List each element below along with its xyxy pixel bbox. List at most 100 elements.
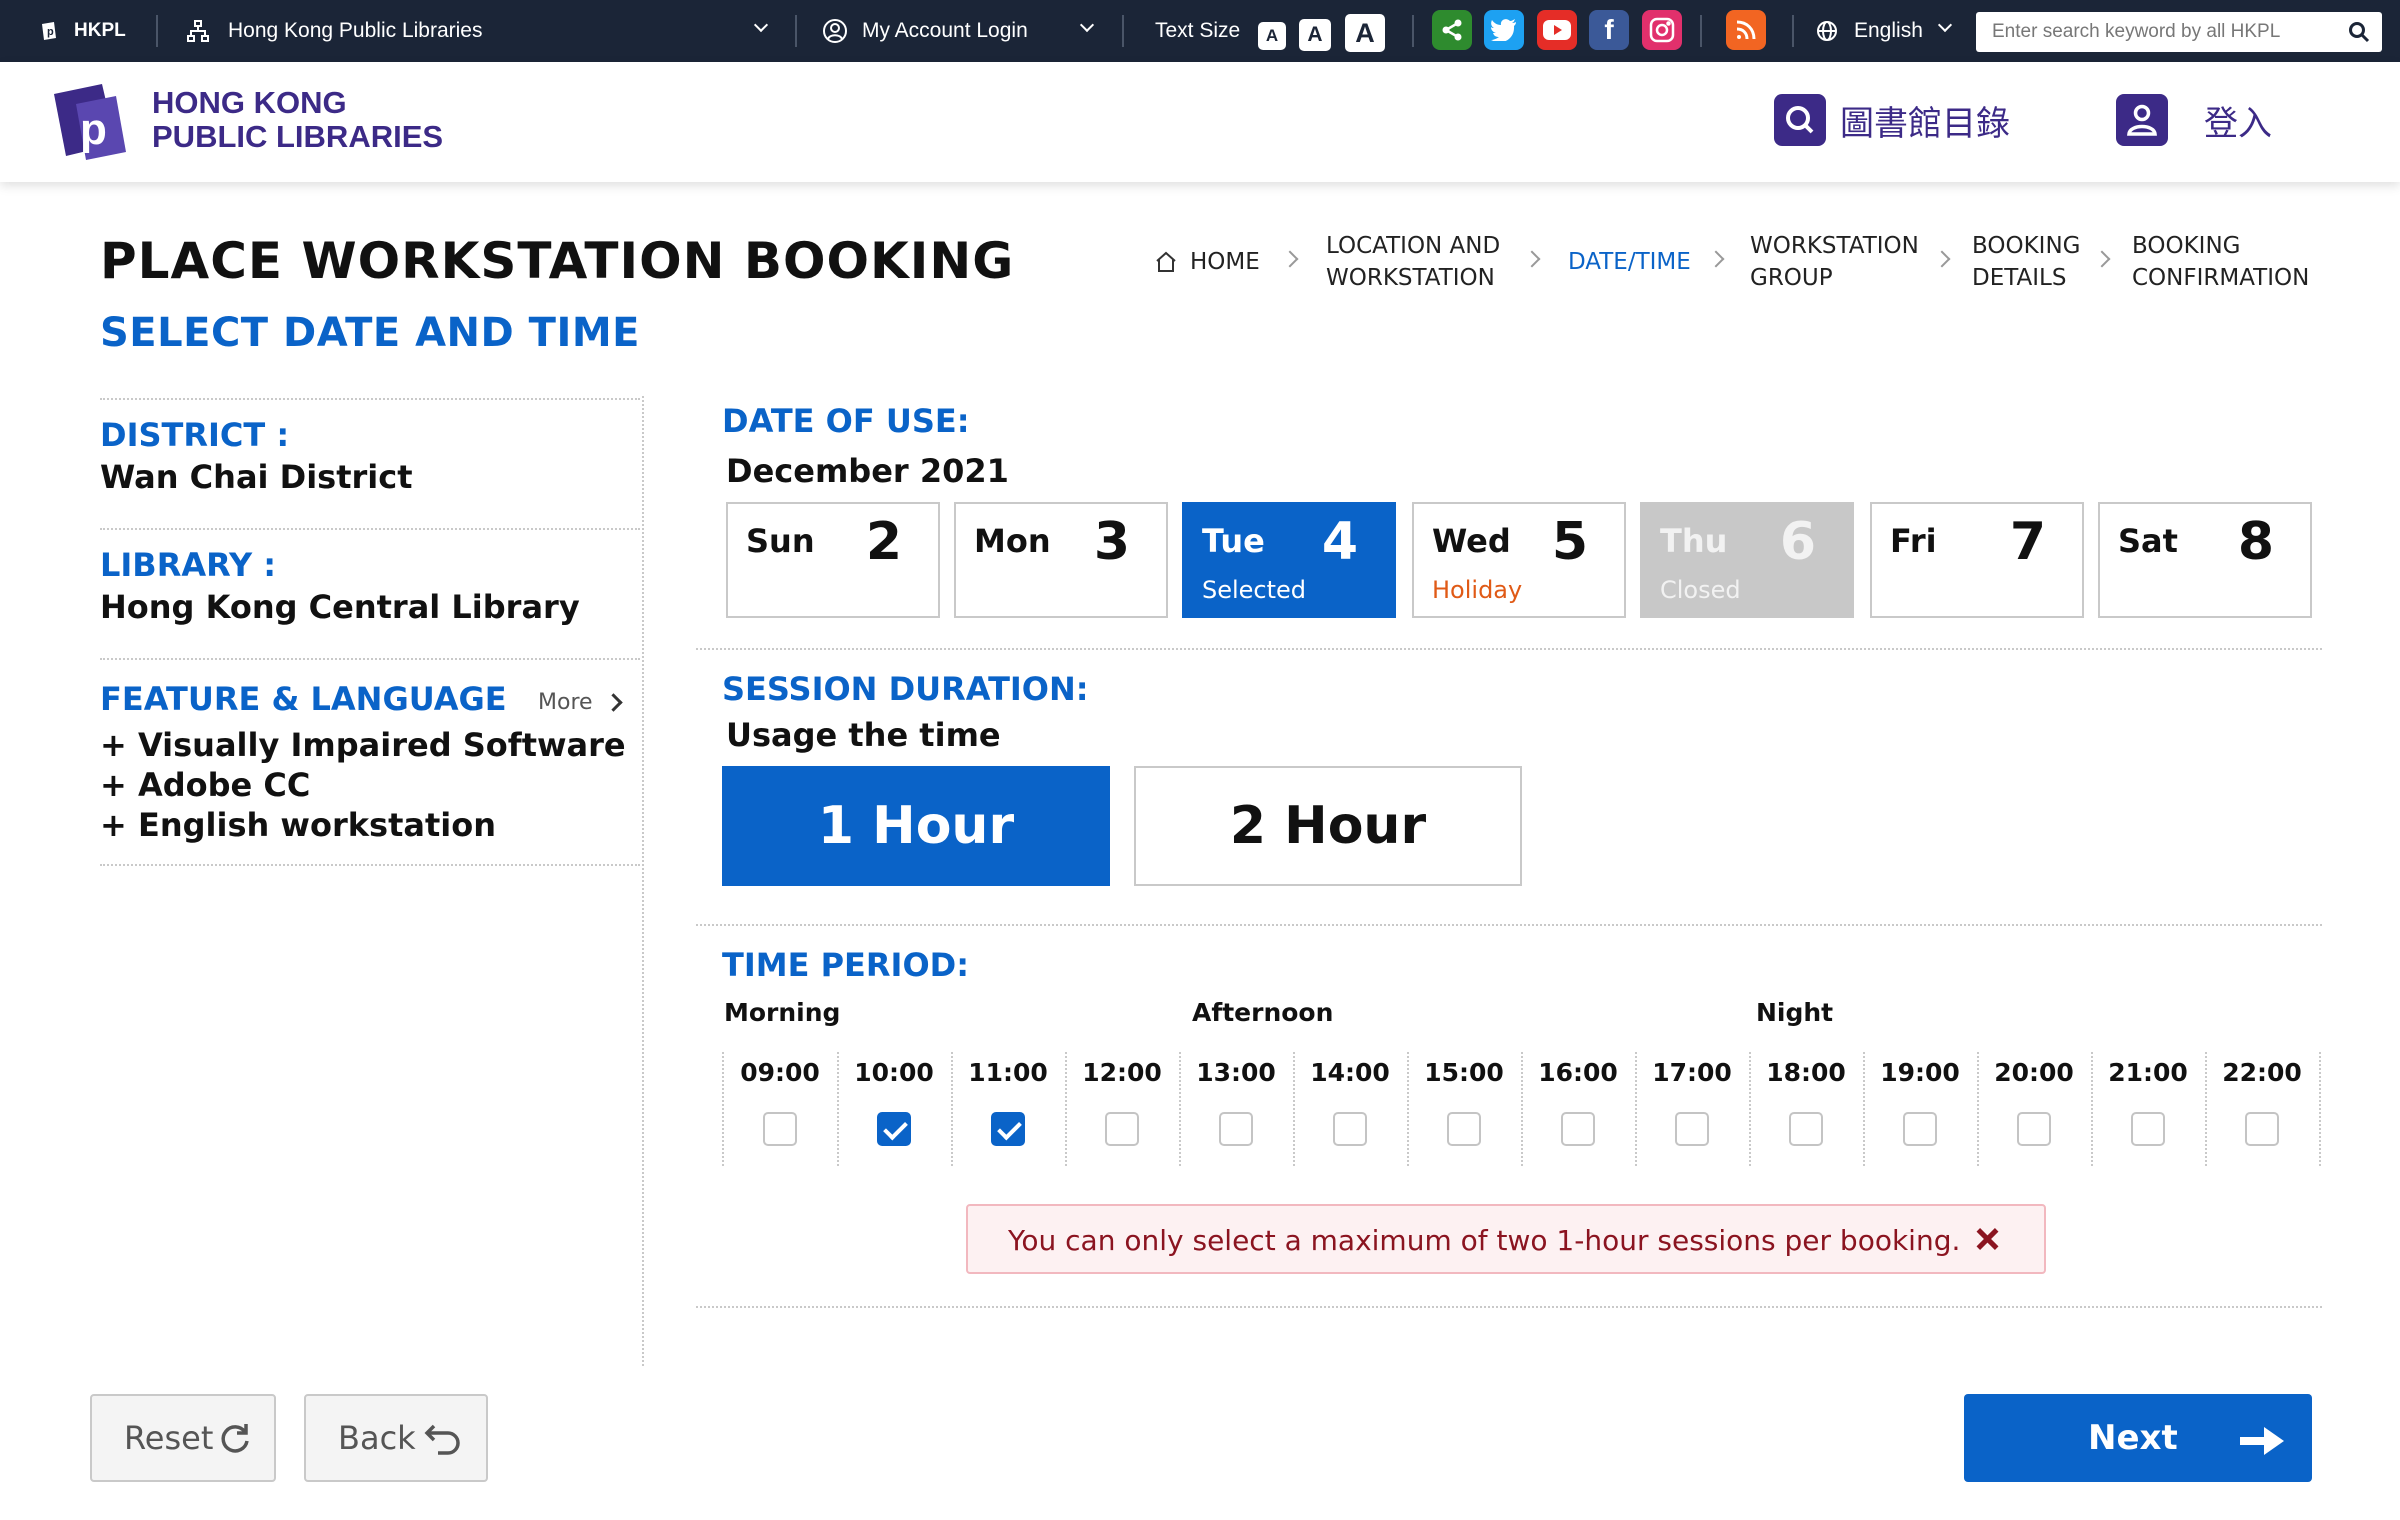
- breadcrumb-step-confirmation[interactable]: BOOKING CONFIRMATION: [2132, 230, 2309, 294]
- time-slot-checkbox[interactable]: [1675, 1112, 1709, 1146]
- close-icon[interactable]: [1974, 1226, 2000, 1252]
- divider: [100, 864, 640, 866]
- time-slot[interactable]: 12:00: [1065, 1052, 1179, 1166]
- time-slot-checkbox[interactable]: [1903, 1112, 1937, 1146]
- catalogue-link[interactable]: 圖書館目錄: [1774, 94, 2010, 146]
- time-slot[interactable]: 17:00: [1635, 1052, 1749, 1166]
- day-date: 3: [1093, 512, 1130, 572]
- time-slot[interactable]: 10:00: [837, 1052, 951, 1166]
- facebook-icon[interactable]: f: [1589, 10, 1629, 50]
- day-card-sun[interactable]: Sun 2: [726, 502, 940, 618]
- hkpl-home-link[interactable]: p HKPL: [40, 0, 126, 62]
- time-slot-checkbox[interactable]: [1561, 1112, 1595, 1146]
- text-size-medium-button[interactable]: A: [1299, 19, 1331, 51]
- day-name: Mon: [974, 522, 1051, 560]
- duration-2-hour-button[interactable]: 2 Hour: [1134, 766, 1522, 886]
- time-slot[interactable]: 20:00: [1977, 1052, 2091, 1166]
- duration-1-hour-button[interactable]: 1 Hour: [722, 766, 1110, 886]
- logo-line-1: HONG KONG: [152, 85, 347, 120]
- day-name: Thu: [1660, 522, 1728, 560]
- user-circle-icon: [822, 18, 848, 44]
- day-card-tue[interactable]: Tue 4 Selected: [1182, 502, 1396, 618]
- time-slot[interactable]: 15:00: [1407, 1052, 1521, 1166]
- youtube-icon[interactable]: [1537, 10, 1577, 50]
- site-selector-chevron-icon[interactable]: [753, 17, 769, 33]
- time-slot[interactable]: 16:00: [1521, 1052, 1635, 1166]
- day-name: Tue: [1202, 522, 1265, 560]
- text-size-large-button[interactable]: A: [1345, 14, 1385, 52]
- month-label: December 2021: [726, 452, 1009, 490]
- time-slot-label: 09:00: [740, 1058, 820, 1087]
- alert-message: You can only select a maximum of two 1-h…: [1008, 1224, 1961, 1257]
- site-selector-label: Hong Kong Public Libraries: [228, 19, 483, 42]
- time-group-afternoon: Afternoon: [1192, 998, 1334, 1027]
- language-chevron-icon[interactable]: [1937, 17, 1953, 33]
- time-slot-label: 21:00: [2108, 1058, 2188, 1087]
- account-chevron-icon[interactable]: [1079, 17, 1095, 33]
- divider: [696, 648, 2322, 650]
- day-card-wed[interactable]: Wed 5 Holiday: [1412, 502, 1626, 618]
- site-selector[interactable]: Hong Kong Public Libraries: [186, 0, 482, 62]
- time-slot[interactable]: 13:00: [1179, 1052, 1293, 1166]
- breadcrumb-step-details[interactable]: BOOKING DETAILS: [1972, 230, 2080, 294]
- time-slot-label: 15:00: [1424, 1058, 1504, 1087]
- day-card-sat[interactable]: Sat 8: [2098, 502, 2312, 618]
- day-date: 6: [1779, 512, 1816, 572]
- top-utility-bar: p HKPL Hong Kong Public Libraries My Acc…: [0, 0, 2400, 62]
- time-slot[interactable]: 18:00: [1749, 1052, 1863, 1166]
- next-label: Next: [2088, 1418, 2178, 1458]
- breadcrumb-step-location[interactable]: LOCATION AND WORKSTATION: [1326, 230, 1500, 294]
- breadcrumb-step-datetime[interactable]: DATE/TIME: [1568, 246, 1691, 278]
- sitemap-icon: [186, 19, 210, 43]
- rss-icon[interactable]: [1726, 10, 1766, 50]
- time-slot[interactable]: 21:00: [2091, 1052, 2205, 1166]
- time-slot-checkbox[interactable]: [2245, 1112, 2279, 1146]
- time-slot-checkbox[interactable]: [1333, 1112, 1367, 1146]
- breadcrumb-home[interactable]: HOME: [1154, 246, 1260, 278]
- time-slot-checkbox[interactable]: [1447, 1112, 1481, 1146]
- breadcrumb-home-label: HOME: [1190, 249, 1260, 275]
- more-link[interactable]: More: [538, 690, 623, 715]
- time-slot-checkbox[interactable]: [877, 1112, 911, 1146]
- instagram-icon[interactable]: [1642, 10, 1682, 50]
- reset-button[interactable]: Reset: [90, 1394, 276, 1482]
- time-slot-checkbox[interactable]: [763, 1112, 797, 1146]
- time-slot-checkbox[interactable]: [1105, 1112, 1139, 1146]
- back-button[interactable]: Back: [304, 1394, 488, 1482]
- time-slot-checkbox[interactable]: [991, 1112, 1025, 1146]
- time-slot-checkbox[interactable]: [1219, 1112, 1253, 1146]
- home-icon: [1154, 250, 1178, 274]
- time-slot[interactable]: 19:00: [1863, 1052, 1977, 1166]
- language-selector[interactable]: English: [1816, 0, 1923, 62]
- time-slot[interactable]: 11:00: [951, 1052, 1065, 1166]
- time-slot-checkbox[interactable]: [1789, 1112, 1823, 1146]
- logo-wordmark[interactable]: HONG KONG PUBLIC LIBRARIES: [152, 86, 443, 154]
- hkpl-logo-icon[interactable]: p: [46, 82, 130, 162]
- time-slot[interactable]: 09:00: [723, 1052, 837, 1166]
- day-card-mon[interactable]: Mon 3: [954, 502, 1168, 618]
- share-icon[interactable]: [1432, 10, 1472, 50]
- time-slot-checkbox[interactable]: [2131, 1112, 2165, 1146]
- divider: [696, 924, 2322, 926]
- chevron-right-icon: [603, 693, 623, 712]
- district-value: Wan Chai District: [100, 458, 413, 496]
- svg-text:p: p: [47, 26, 54, 38]
- page-subtitle: SELECT DATE AND TIME: [100, 310, 640, 356]
- day-status: Selected: [1202, 576, 1307, 604]
- breadcrumb-step-details-line-2: DETAILS: [1972, 265, 2067, 291]
- twitter-icon[interactable]: [1484, 10, 1524, 50]
- text-size-small-button[interactable]: A: [1258, 22, 1286, 50]
- breadcrumb-step-group[interactable]: WORKSTATION GROUP: [1750, 230, 1919, 294]
- time-slot[interactable]: 14:00: [1293, 1052, 1407, 1166]
- account-login[interactable]: My Account Login: [822, 0, 1028, 62]
- search-icon[interactable]: [2348, 21, 2370, 43]
- feature-item: + Adobe CC: [100, 766, 311, 804]
- day-card-fri[interactable]: Fri 7: [1870, 502, 2084, 618]
- hkpl-brand-text: HKPL: [74, 20, 126, 41]
- login-link[interactable]: 登入: [2116, 94, 2272, 146]
- time-slot[interactable]: 22:00: [2205, 1052, 2319, 1166]
- text-size-label: Text Size: [1155, 19, 1241, 42]
- time-slot-checkbox[interactable]: [2017, 1112, 2051, 1146]
- next-button[interactable]: Next: [1964, 1394, 2312, 1482]
- search-input[interactable]: Enter search keyword by all HKPL: [1976, 12, 2382, 52]
